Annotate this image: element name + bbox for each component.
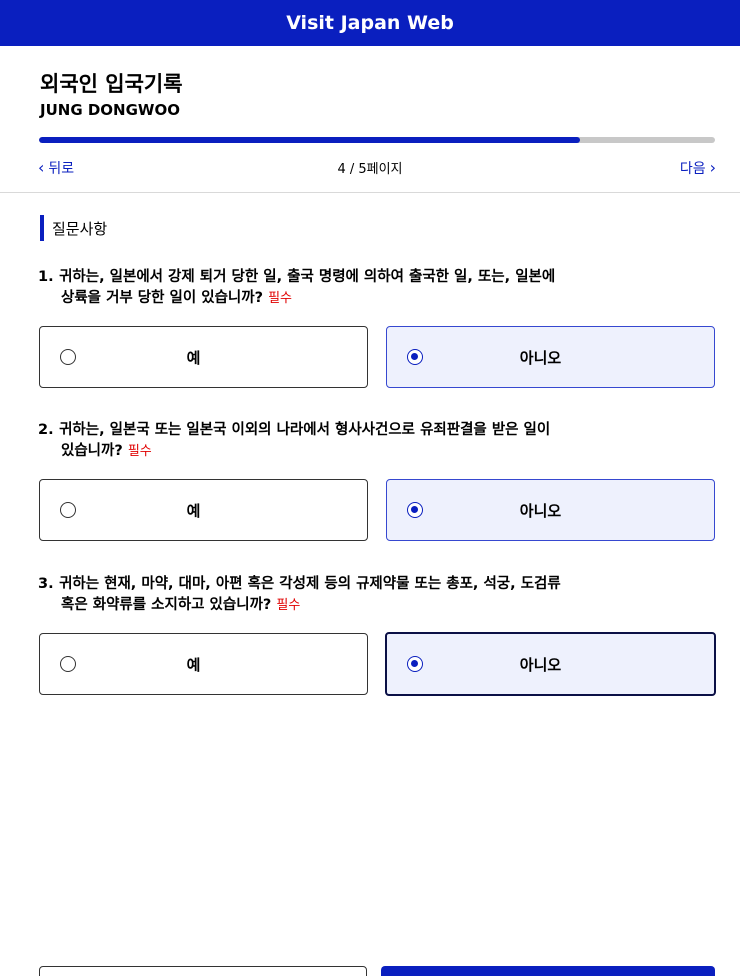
- option-label: 예: [186, 655, 201, 674]
- question-2: 2. 귀하는, 일본국 또는 일본국 이외의 나라에서 형사사건으로 유죄판결을…: [38, 420, 718, 462]
- question-text-line1: 귀하는, 일본국 또는 일본국 이외의 나라에서 형사사건으로 유죄판결을 받은…: [59, 422, 551, 438]
- option-label: 아니오: [519, 501, 562, 520]
- page-indicator: 4 / 5페이지: [337, 162, 403, 177]
- applicant-name: JUNG DONGWOO: [40, 101, 180, 119]
- question-text-line2: 있습니까?: [61, 443, 123, 459]
- app-header: Visit Japan Web: [0, 0, 740, 46]
- q1-option-yes[interactable]: 예: [39, 326, 368, 388]
- q1-option-no[interactable]: 아니오: [386, 326, 715, 388]
- required-marker: 필수: [276, 598, 301, 613]
- option-label: 아니오: [519, 348, 562, 367]
- question-number: 1.: [38, 269, 54, 285]
- section-title: 질문사항: [40, 215, 107, 241]
- question-1: 1. 귀하는, 일본에서 강제 퇴거 당한 일, 출국 명령에 의하여 출국한 …: [38, 267, 718, 309]
- question-text-line2: 혹은 화약류를 소지하고 있습니까?: [61, 597, 272, 613]
- q2-option-no[interactable]: 아니오: [386, 479, 715, 541]
- option-label: 아니오: [519, 655, 562, 674]
- q3-option-no[interactable]: 아니오: [385, 632, 716, 696]
- option-label: 예: [186, 348, 201, 367]
- q3-option-yes[interactable]: 예: [39, 633, 368, 695]
- question-3: 3. 귀하는 현재, 마약, 대마, 아편 혹은 각성제 등의 규제약물 또는 …: [38, 574, 718, 616]
- required-marker: 필수: [127, 444, 152, 459]
- question-number: 3.: [38, 576, 54, 592]
- secondary-action-button[interactable]: [39, 966, 367, 976]
- progress-bar-fill: [39, 137, 580, 143]
- question-text-line1: 귀하는 현재, 마약, 대마, 아편 혹은 각성제 등의 규제약물 또는 총포,…: [59, 576, 561, 592]
- progress-bar: [39, 137, 715, 143]
- option-label: 예: [186, 501, 201, 520]
- primary-action-button[interactable]: [381, 966, 715, 976]
- question-text-line1: 귀하는, 일본에서 강제 퇴거 당한 일, 출국 명령에 의하여 출국한 일, …: [59, 269, 556, 285]
- app-title: Visit Japan Web: [286, 12, 454, 34]
- q2-option-yes[interactable]: 예: [39, 479, 368, 541]
- divider: [0, 192, 740, 193]
- question-text-line2: 상륙을 거부 당한 일이 있습니까?: [61, 290, 264, 306]
- question-number: 2.: [38, 422, 54, 438]
- next-button[interactable]: 다음 ›: [680, 158, 716, 178]
- form-title: 외국인 입국기록: [40, 72, 183, 96]
- required-marker: 필수: [268, 291, 293, 306]
- chevron-right-icon: ›: [709, 158, 716, 177]
- next-label: 다음: [679, 161, 706, 177]
